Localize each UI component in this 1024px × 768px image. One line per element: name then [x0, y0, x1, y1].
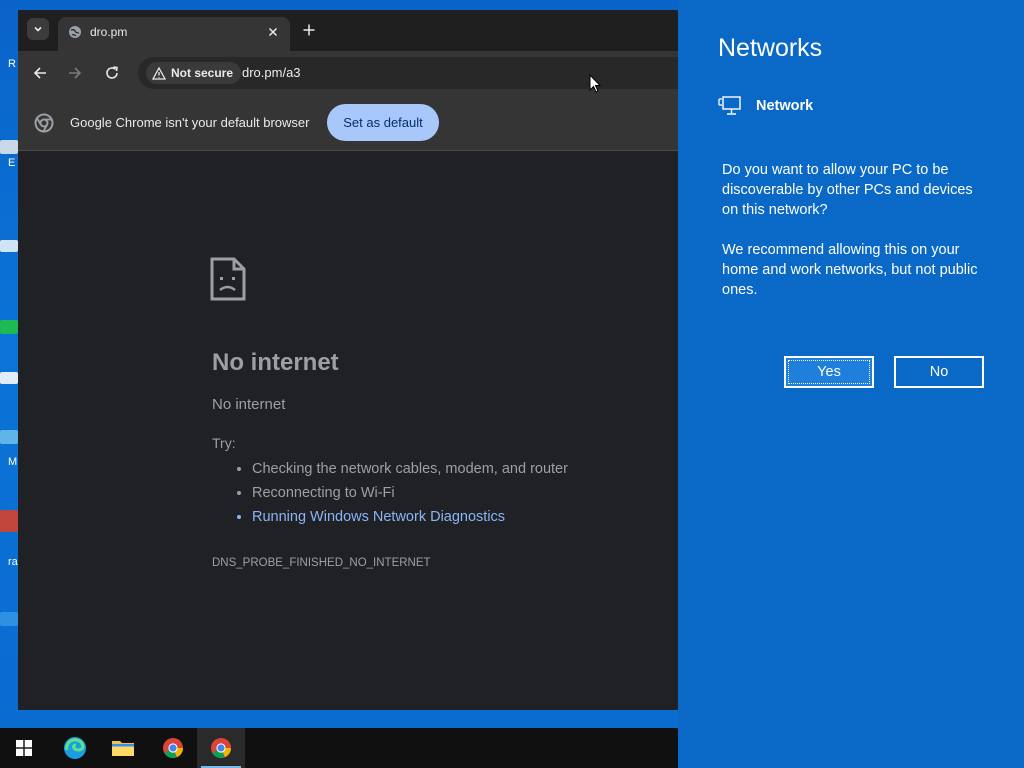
recommendation-text: We recommend allowing this on your home … [722, 242, 978, 298]
security-label: Not secure [171, 66, 234, 80]
tab-title: dro.pm [90, 25, 128, 39]
url-text: dro.pm/a3 [242, 65, 301, 80]
set-as-default-button[interactable]: Set as default [327, 104, 439, 141]
arrow-right-icon [69, 67, 82, 79]
suggestion-list: Checking the network cables, modem, and … [232, 457, 568, 529]
mouse-cursor-icon [589, 74, 601, 93]
try-label: Try: [212, 435, 236, 451]
chrome-icon [163, 738, 184, 759]
flyout-title: Networks [718, 34, 823, 62]
network-diagnostics-link[interactable]: Running Windows Network Diagnostics [252, 505, 568, 529]
globe-icon [69, 26, 81, 38]
forward-button[interactable] [65, 63, 85, 83]
default-browser-infobar: Google Chrome isn't your default browser… [18, 95, 678, 151]
discoverable-question: Do you want to allow your PC to be disco… [722, 162, 973, 218]
start-button[interactable] [0, 728, 48, 768]
desktop-shortcut-icon[interactable] [0, 612, 18, 626]
desktop-icon-label[interactable]: E [8, 157, 15, 169]
ethernet-network-icon [718, 96, 741, 115]
tab-strip: dro.pm [18, 10, 678, 51]
no-button[interactable]: No [894, 356, 984, 388]
start-icon [16, 740, 32, 756]
desktop-icon-label[interactable]: M [8, 456, 17, 468]
error-page: No internet No internet Try: Checking th… [18, 151, 678, 710]
chrome-window: dro.pm Not secure dro.pm/a3 Google Chrom… [18, 10, 678, 710]
warning-icon [152, 66, 166, 80]
reload-button[interactable] [102, 63, 122, 83]
back-button[interactable] [30, 63, 50, 83]
plus-icon [303, 24, 315, 36]
infobar-message: Google Chrome isn't your default browser [70, 115, 310, 130]
chevron-down-icon [34, 26, 42, 32]
taskbar-chrome[interactable] [149, 728, 197, 768]
error-subtitle: No internet [212, 396, 286, 413]
taskbar-chrome-active[interactable] [197, 728, 245, 768]
tab-search-button[interactable] [27, 18, 49, 40]
new-tab-button[interactable] [299, 20, 319, 40]
yes-button[interactable]: Yes [784, 356, 874, 388]
reload-icon [106, 66, 118, 79]
sad-document-icon [210, 257, 246, 301]
taskbar-edge[interactable] [51, 728, 99, 768]
edge-icon [64, 737, 86, 759]
tab-close-button[interactable] [264, 23, 282, 41]
desktop-shortcut-icon[interactable] [0, 430, 18, 444]
error-code: DNS_PROBE_FINISHED_NO_INTERNET [212, 557, 431, 569]
suggestion-item: Reconnecting to Wi-Fi [252, 481, 568, 505]
chrome-logo-icon [34, 113, 54, 133]
error-title: No internet [212, 349, 339, 376]
taskbar [0, 728, 678, 768]
network-name: Network [756, 98, 814, 114]
browser-toolbar: Not secure dro.pm/a3 [18, 51, 678, 95]
networks-flyout: Networks Network Do you want to allow yo… [678, 0, 1024, 768]
desktop-icon-label[interactable]: ra [8, 556, 18, 568]
desktop-shortcut-icon[interactable] [0, 240, 18, 252]
desktop-shortcut-icon[interactable] [0, 510, 18, 532]
arrow-left-icon [33, 67, 46, 79]
browser-tab[interactable]: dro.pm [58, 17, 290, 51]
suggestion-item: Checking the network cables, modem, and … [252, 457, 568, 481]
desktop-icon-label[interactable]: R [8, 58, 16, 70]
desktop-shortcut-icon[interactable] [0, 372, 18, 384]
desktop-shortcut-icon[interactable] [0, 140, 18, 154]
file-explorer-icon [112, 741, 134, 756]
close-icon [268, 27, 278, 37]
security-indicator[interactable]: Not secure [146, 62, 242, 84]
desktop-shortcut-icon[interactable] [0, 320, 18, 334]
taskbar-file-explorer[interactable] [99, 728, 147, 768]
chrome-icon [211, 738, 232, 759]
